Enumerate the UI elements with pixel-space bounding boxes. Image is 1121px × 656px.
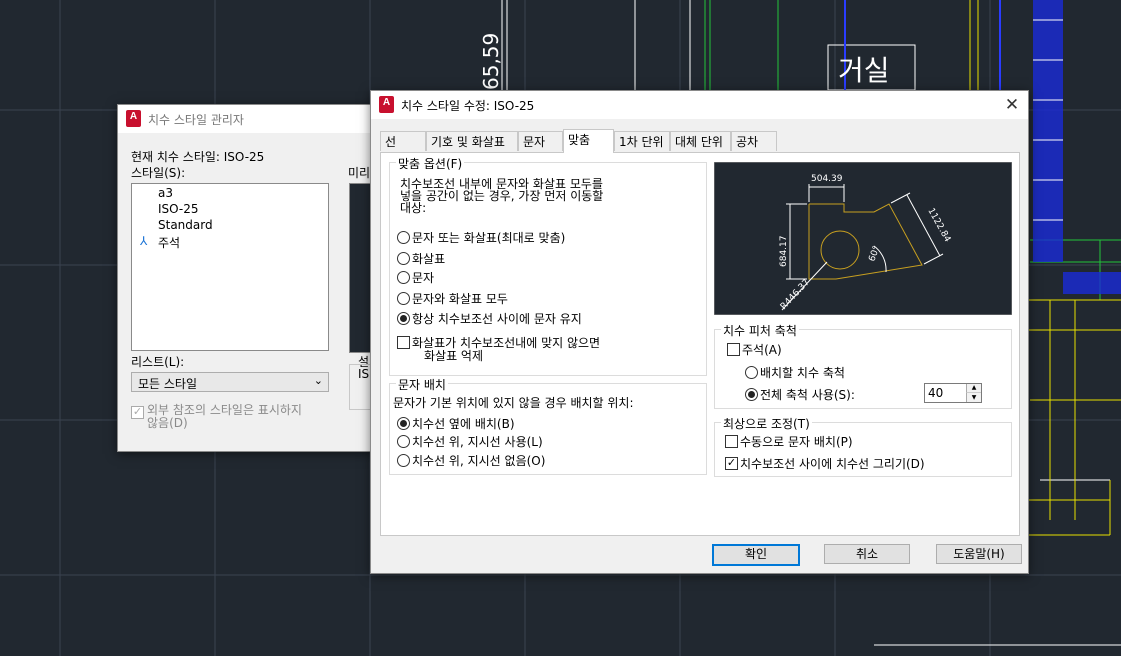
fine-tuning-group: 최상으로 조정(T) 수동으로 문자 배치(P) ✓ 치수보조선 사이에 치수선…: [714, 415, 1012, 477]
placement-beside-radio[interactable]: [397, 417, 410, 430]
fit-option-arrows-label: 화살표: [412, 252, 446, 266]
styles-label: 스타일(S):: [131, 166, 186, 180]
fit-option-either-radio[interactable]: [397, 231, 410, 244]
annotative-icon: ⅄: [140, 234, 148, 248]
fit-options-group: 맞춤 옵션(F) 치수보조선 내부에 문자와 화살표 모두를 넣을 공간이 없는…: [389, 155, 707, 376]
modify-titlebar[interactable]: A 치수 스타일 수정: ISO-25 ✕: [371, 91, 1028, 119]
text-placement-desc: 문자가 기본 위치에 있지 않을 경우 배치할 위치:: [393, 396, 634, 410]
ok-button[interactable]: 확인: [712, 544, 800, 566]
overall-scale-input[interactable]: 40 ▲ ▼: [924, 383, 982, 403]
preview-dim-left: 684.17: [779, 236, 789, 268]
fit-option-always-radio[interactable]: [397, 312, 410, 325]
draw-dim-line-label: 치수보조선 사이에 치수선 그리기(D): [740, 457, 925, 471]
style-item-iso25[interactable]: ISO-25: [158, 202, 199, 216]
manual-placement-label: 수동으로 문자 배치(P): [740, 435, 853, 449]
xref-checkbox[interactable]: ✓: [131, 406, 144, 419]
fit-options-title: 맞춤 옵션(F): [396, 155, 465, 172]
fit-option-both-label: 문자와 화살표 모두: [412, 292, 508, 306]
current-style-label: 현재 치수 스타일: ISO-25: [131, 150, 265, 164]
list-filter-value: 모든 스타일: [138, 377, 198, 391]
suppress-arrows-label-line2: 화살표 억제: [424, 349, 484, 363]
placement-leader-label: 치수선 위, 지시선 사용(L): [412, 435, 543, 449]
dimension-text: 65,59: [479, 33, 503, 90]
spinner-up-icon[interactable]: ▲: [966, 384, 981, 393]
room-label: 거실: [838, 54, 890, 87]
xref-label-line2: 않음(D): [147, 416, 188, 430]
fit-option-arrows-radio[interactable]: [397, 252, 410, 265]
close-icon[interactable]: ✕: [1002, 95, 1022, 115]
cancel-button[interactable]: 취소: [824, 544, 910, 564]
preview-dim-top: 504.39: [811, 174, 843, 184]
layout-scale-radio[interactable]: [745, 366, 758, 379]
list-filter-select[interactable]: 모든 스타일 ⌄: [131, 372, 329, 392]
tab-symbols-arrows[interactable]: 기호 및 화살표: [426, 131, 518, 151]
fit-option-always-label: 항상 치수보조선 사이에 문자 유지: [412, 312, 582, 326]
dimension-preview: 504.39 684.17 1122.84 60° R446.37: [714, 162, 1012, 315]
placement-noleader-label: 치수선 위, 지시선 없음(O): [412, 454, 546, 468]
suppress-arrows-checkbox[interactable]: [397, 336, 410, 349]
fine-tuning-title: 최상으로 조정(T): [721, 415, 812, 432]
draw-dim-line-checkbox[interactable]: ✓: [725, 457, 738, 470]
placement-beside-label: 치수선 옆에 배치(B): [412, 417, 515, 431]
dimension-style-manager-dialog: A 치수 스타일 관리자 현재 치수 스타일: ISO-25 스타일(S): a…: [117, 104, 376, 452]
tab-alternate-units[interactable]: 대체 단위: [670, 131, 731, 151]
tab-tolerances[interactable]: 공차: [731, 131, 777, 151]
fit-option-text-radio[interactable]: [397, 271, 410, 284]
list-label: 리스트(L):: [131, 355, 185, 369]
tab-primary-units[interactable]: 1차 단위: [614, 131, 670, 151]
styles-list[interactable]: a3 ISO-25 Standard ⅄ 주석: [131, 183, 329, 351]
modify-dimension-style-dialog: A 치수 스타일 수정: ISO-25 ✕ 선 기호 및 화살표 문자 맞춤 1…: [370, 90, 1029, 574]
manager-titlebar[interactable]: A 치수 스타일 관리자: [118, 105, 374, 133]
chevron-down-icon: ⌄: [313, 374, 323, 387]
scale-title: 치수 피처 축척: [721, 322, 799, 339]
tab-lines[interactable]: 선: [380, 131, 426, 151]
placement-noleader-radio[interactable]: [397, 454, 410, 467]
overall-scale-label: 전체 축척 사용(S):: [760, 388, 855, 402]
style-item-standard[interactable]: Standard: [158, 218, 213, 232]
placement-leader-radio[interactable]: [397, 435, 410, 448]
overall-scale-value: 40: [928, 386, 944, 400]
fit-desc-line2: 넣을 공간이 없는 경우, 가장 먼저 이동할: [400, 189, 604, 203]
fit-desc-line3: 대상:: [400, 201, 427, 215]
annotative-checkbox[interactable]: [727, 343, 740, 356]
overall-scale-radio[interactable]: [745, 388, 758, 401]
text-placement-title: 문자 배치: [396, 376, 448, 393]
manual-placement-checkbox[interactable]: [725, 435, 738, 448]
text-placement-group: 문자 배치 문자가 기본 위치에 있지 않을 경우 배치할 위치: 치수선 옆에…: [389, 376, 707, 475]
annotative-label: 주석(A): [742, 343, 782, 357]
tab-fit[interactable]: 맞춤: [563, 129, 614, 153]
help-button[interactable]: 도움말(H): [936, 544, 1022, 564]
scale-group: 치수 피처 축척 주석(A) 배치할 치수 축척 전체 축척 사용(S): 40…: [714, 322, 1012, 409]
autocad-app-icon: A: [126, 110, 141, 127]
tab-text[interactable]: 문자: [518, 131, 563, 151]
spinner-down-icon[interactable]: ▼: [966, 393, 981, 402]
style-item-annotative[interactable]: 주석: [158, 234, 180, 251]
style-item-a3[interactable]: a3: [158, 186, 173, 200]
fit-option-either-label: 문자 또는 화살표(최대로 맞춤): [412, 231, 566, 245]
layout-scale-label: 배치할 치수 축척: [760, 366, 845, 380]
preview-label: 미리: [348, 166, 371, 180]
modify-title: 치수 스타일 수정: ISO-25: [401, 99, 535, 113]
fit-option-both-radio[interactable]: [397, 292, 410, 305]
autocad-app-icon: A: [379, 96, 394, 113]
manager-title: 치수 스타일 관리자: [148, 113, 244, 127]
description-value: IS: [358, 367, 370, 381]
fit-tab-panel: 맞춤 옵션(F) 치수보조선 내부에 문자와 화살표 모두를 넣을 공간이 없는…: [380, 152, 1020, 536]
fit-option-text-label: 문자: [412, 271, 435, 285]
